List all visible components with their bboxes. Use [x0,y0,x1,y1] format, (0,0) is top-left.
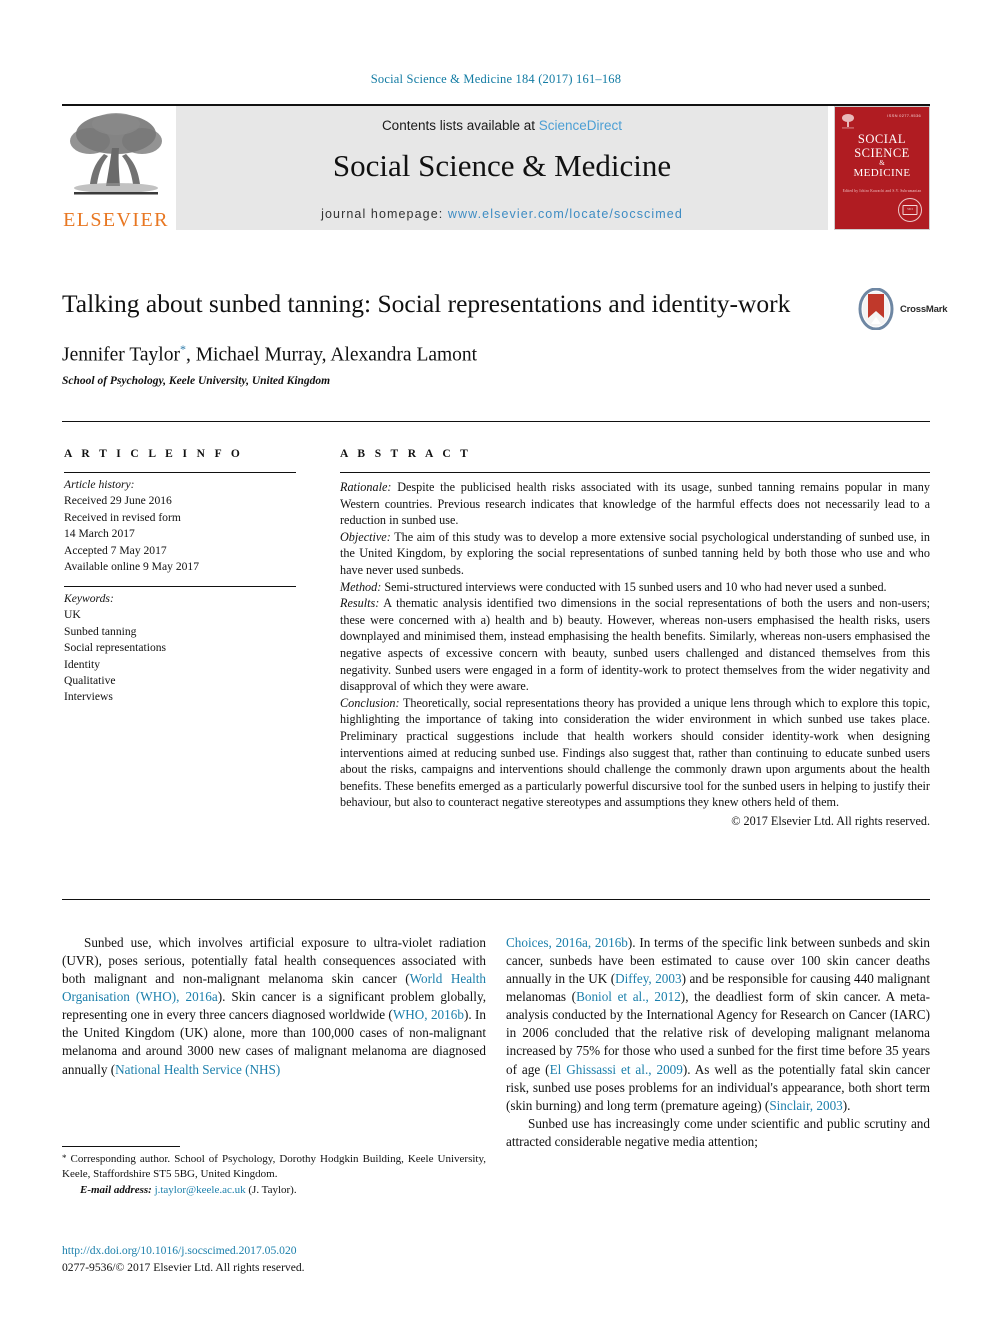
homepage-prefix: journal homepage: [321,207,448,221]
abstract-section: Rationale: Despite the publicised health… [340,479,930,529]
doi-link[interactable]: http://dx.doi.org/10.1016/j.socscimed.20… [62,1243,492,1260]
elsevier-logo: ELSEVIER [62,106,170,231]
citation-link[interactable]: El Ghissassi et al., 2009 [550,1062,683,1077]
history-item: Received 29 June 2016 [64,494,172,508]
contents-prefix: Contents lists available at [381,118,539,133]
sciencedirect-link[interactable]: ScienceDirect [539,118,622,133]
cover-title-line2: SCIENCE [854,145,910,160]
cover-elsevier-icon [842,114,854,129]
running-head: Social Science & Medicine 184 (2017) 161… [370,72,622,86]
cover-seal-text: SSCI [902,205,918,215]
article-info-column: Article history: Received 29 June 2016 R… [64,472,296,706]
abstract-heading: A B S T R A C T [340,448,472,460]
footnote-rule [62,1146,180,1147]
crossmark-label: CrossMark [900,303,948,315]
elsevier-tree-icon [70,113,162,195]
body-column-left: Sunbed use, which involves artificial ex… [62,934,486,1079]
contents-available-line: Contents lists available at ScienceDirec… [176,118,828,133]
crossmark-icon [858,288,894,330]
citation-link[interactable]: National Health Service (NHS) [115,1062,280,1077]
abstract-section-text: Theoretically, social representations th… [340,695,930,810]
history-item: Received in revised form [64,510,181,524]
citation-link[interactable]: Diffey, 2003 [615,971,681,986]
abstract-section-label: Conclusion: [340,695,400,710]
cover-issn-label: ISSN 0277-9536 [887,113,921,118]
citation-link[interactable]: Sinclair, 2003 [769,1098,842,1113]
author-first: Jennifer Taylor [62,344,180,366]
cover-title-line1: SOCIAL [857,132,907,146]
email-suffix: (J. Taylor). [245,1184,297,1197]
cover-subtitle: Edited by Ichiro Kawachi and S.V. Subram… [842,189,922,193]
abstract-block-bottom-rule [62,899,930,900]
footnote-text: Corresponding author. School of Psycholo… [62,1153,486,1180]
body-paragraph: Sunbed use, which involves artificial ex… [62,934,486,1079]
article-history: Article history: Received 29 June 2016 R… [64,477,296,576]
keyword-item: Social representations [64,641,167,655]
history-item: Available online 9 May 2017 [64,560,200,574]
abstract-rule [340,472,930,473]
banner-center: Contents lists available at ScienceDirec… [176,106,828,230]
abstract-copyright: © 2017 Elsevier Ltd. All rights reserved… [731,813,930,828]
keywords-block: Keywords: UK Sunbed tanning Social repre… [64,585,296,706]
citation-link[interactable]: Boniol et al., 2012 [576,989,681,1004]
issn-copyright-line: 0277-9536/© 2017 Elsevier Ltd. All right… [62,1260,305,1274]
keyword-item: Interviews [64,690,113,704]
history-item: 14 March 2017 [64,527,135,541]
crossmark-badge[interactable]: CrossMark [856,286,948,332]
article-history-label: Article history: [64,478,135,491]
history-item: Accepted 7 May 2017 [64,543,167,557]
journal-banner: ELSEVIER Contents lists available at Sci… [62,104,930,232]
abstract-section-text: Semi-structured interviews were conducte… [381,579,887,594]
article-page: Social Science & Medicine 184 (2017) 161… [0,0,992,1323]
article-info-heading: A R T I C L E I N F O [64,448,244,460]
body-text: ). [842,1097,851,1113]
keyword-item: Identity [64,657,101,671]
abstract-section-label: Results: [340,596,380,611]
body-paragraph: Sunbed use has increasingly come under s… [506,1115,930,1149]
footnote-block: * Corresponding author. School of Psycho… [62,1152,486,1198]
doi-block: http://dx.doi.org/10.1016/j.socscimed.20… [62,1243,492,1277]
keywords-label: Keywords: [64,591,114,605]
keywords-rule [64,585,296,587]
title-block: Talking about sunbed tanning: Social rep… [62,288,852,387]
email-line: E-mail address: j.taylor@keele.ac.uk (J.… [62,1183,486,1198]
journal-cover-thumbnail: ISSN 0277-9536 SOCIAL SCIENCE & MEDICINE… [834,106,930,230]
abstract-section: Results: A thematic analysis identified … [340,595,930,695]
abstract-section: Objective: The aim of this study was to … [340,529,930,579]
citation-link[interactable]: WHO, 2016b [393,1007,464,1022]
journal-homepage-line: journal homepage: www.elsevier.com/locat… [176,207,828,221]
page-title: Talking about sunbed tanning: Social rep… [62,289,791,318]
affiliation: School of Psychology, Keele University, … [62,375,331,388]
abstract-section-text: The aim of this study was to develop a m… [340,529,930,577]
journal-title: Social Science & Medicine [332,148,672,183]
article-info-rule [64,472,296,473]
author-list: Jennifer Taylor*, Michael Murray, Alexan… [62,342,852,367]
cover-title: SOCIAL SCIENCE & MEDICINE [835,132,929,179]
keyword-item: Sunbed tanning [64,624,137,638]
abstract-section-text: A thematic analysis identified two dimen… [340,596,930,694]
journal-homepage-link[interactable]: www.elsevier.com/locate/socscimed [448,207,683,221]
keyword-item: UK [64,608,81,622]
cover-title-line3: MEDICINE [853,166,911,179]
cover-seal-icon: SSCI [898,198,922,222]
elsevier-wordmark: ELSEVIER [63,209,169,231]
abstract-column: Rationale: Despite the publicised health… [340,472,930,829]
email-label: E-mail address: [80,1184,152,1197]
abstract-section-label: Objective: [340,529,391,544]
abstract-block-top-rule [62,421,930,422]
abstract-section: Method: Semi-structured interviews were … [340,579,930,596]
abstract-section-label: Method: [340,579,382,594]
abstract-section: Conclusion: Theoretically, social repres… [340,695,930,811]
citation-link[interactable]: Choices, 2016a, 2016b [506,935,628,950]
author-rest: , Michael Murray, Alexandra Lamont [185,344,478,366]
email-link[interactable]: j.taylor@keele.ac.uk [155,1184,246,1196]
abstract-section-label: Rationale: [340,480,392,494]
body-paragraph: Choices, 2016a, 2016b). In terms of the … [506,934,930,1115]
abstract-section-text: Despite the publicised health risks asso… [340,480,930,528]
keyword-item: Qualitative [64,673,116,687]
body-column-right: Choices, 2016a, 2016b). In terms of the … [506,934,930,1151]
